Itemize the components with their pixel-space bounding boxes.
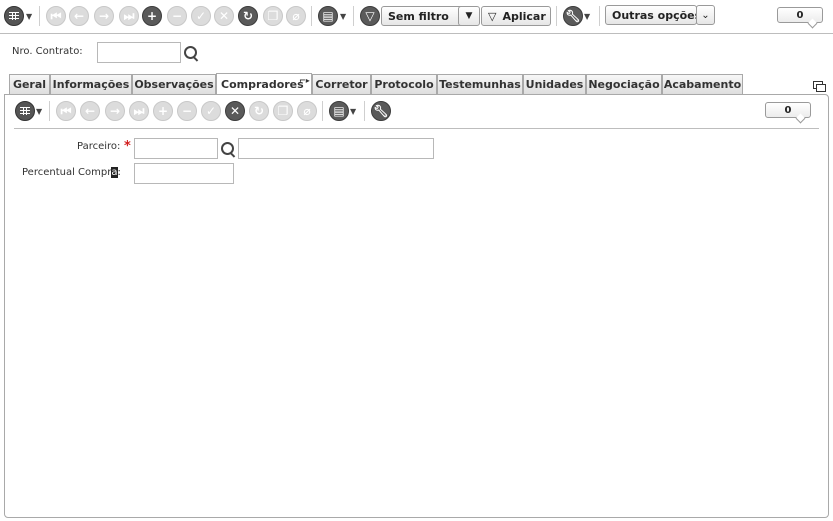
record-count-value: 0 [796,9,804,21]
partner-name-input[interactable] [238,138,434,159]
tab-protocolo[interactable]: Protocolo [371,74,437,94]
previous-record-icon[interactable]: ← [69,6,89,26]
funnel-icon: ▽ [488,9,497,23]
last-record-icon[interactable]: ⏭ [129,101,149,121]
purchase-percent-label: Percentual Compra: [22,167,121,178]
filter-select-label: Sem filtro [388,9,449,23]
chevron-down-icon[interactable]: ▼ [584,12,590,21]
add-icon[interactable]: + [142,6,162,26]
tab-compradores[interactable]: Compradores ⌐▸ [216,73,312,95]
remove-icon[interactable]: − [167,6,187,26]
partner-label: Parceiro: [77,141,121,152]
record-count-badge: 0 [777,7,823,23]
toolbar-separator [353,6,354,26]
tab-label: Informações [52,78,130,91]
tab-label: Unidades [525,78,584,91]
previous-record-icon[interactable]: ← [80,101,100,121]
tab-label: Geral [12,78,47,91]
filter-dropdown-button[interactable]: ▼ [458,6,480,26]
more-options-button[interactable]: Outras opções [605,5,701,25]
tab-label: Testemunhas [439,78,521,91]
tab-label: Corretor [315,78,368,91]
apply-filter-button[interactable]: ▽ Aplicar [481,6,551,26]
toolbar-separator [556,6,557,26]
inner-toolbar-divider [14,128,819,129]
tab-label: Acabamento [663,78,742,91]
tab-geral[interactable]: Geral [9,74,50,94]
contract-number-input[interactable] [97,42,181,63]
tab-label: Compradores [221,78,304,91]
first-record-icon[interactable]: ⏮ [46,6,66,26]
purchase-percent-label-colon: : [117,167,121,178]
tab-observacoes[interactable]: Observações [132,74,216,94]
wrench-icon[interactable]: 🔧︎ [563,6,583,26]
record-count-value: 0 [784,104,792,116]
remove-icon[interactable]: − [177,101,197,121]
tab-label: Observações [134,78,214,91]
confirm-icon[interactable]: ✓ [201,101,221,121]
next-record-icon[interactable]: → [94,6,114,26]
last-record-icon[interactable]: ⏭ [119,6,139,26]
more-options-dropdown[interactable]: ⌄ [696,5,715,25]
toolbar-separator [49,101,50,121]
search-icon[interactable] [183,45,200,62]
tab-negociacao[interactable]: Negociação [586,74,662,94]
tab-testemunhas[interactable]: Testemunhas [437,74,523,94]
toolbar-separator [39,6,40,26]
refresh-icon[interactable]: ↻ [249,101,269,121]
toolbar-separator [599,6,600,26]
add-icon[interactable]: + [153,101,173,121]
apply-filter-label: Aplicar [502,9,546,23]
tab-label: Negociação [588,78,660,91]
next-record-icon[interactable]: → [105,101,125,121]
cancel-icon[interactable]: ✕ [225,101,245,121]
required-marker: * [124,139,131,154]
cancel-icon[interactable]: ✕ [214,6,234,26]
record-count-badge: 0 [765,102,811,118]
refresh-icon[interactable]: ↻ [238,6,258,26]
chevron-down-icon[interactable]: ▼ [26,12,32,21]
toolbar-separator [364,101,365,121]
chevron-down-icon[interactable]: ▼ [350,107,356,116]
attach-icon[interactable]: ⌀ [286,6,306,26]
tab-acabamento[interactable]: Acabamento [662,74,743,94]
grid-view-icon[interactable] [4,6,24,26]
attach-icon[interactable]: ⌀ [297,101,317,121]
main-toolbar: ▼ ⏮ ← → ⏭ + − ✓ ✕ ↻ ❐ ⌀ ▤ ▼ ▽ Sem filtro… [0,0,833,34]
grid-view-icon[interactable] [15,101,35,121]
search-icon[interactable] [220,141,237,158]
report-icon[interactable]: ▤ [329,101,349,121]
report-icon[interactable]: ▤ [318,6,338,26]
chevron-down-icon[interactable]: ▼ [340,12,346,21]
tab-unidades[interactable]: Unidades [523,74,586,94]
tab-informacoes[interactable]: Informações [50,74,132,94]
filter-icon[interactable]: ▽ [360,6,380,26]
restore-window-icon[interactable] [813,81,826,92]
toolbar-separator [311,6,312,26]
tab-detach-icon[interactable]: ⌐▸ [299,76,310,85]
partner-code-input[interactable] [134,138,218,159]
confirm-icon[interactable]: ✓ [191,6,211,26]
wrench-icon[interactable]: 🔧︎ [371,101,391,121]
more-options-label: Outras opções [612,8,702,22]
chevron-down-icon: ▼ [465,11,473,21]
contract-number-label: Nro. Contrato: [12,46,83,57]
duplicate-icon[interactable]: ❐ [263,6,283,26]
purchase-percent-input[interactable] [134,163,234,184]
tab-corretor[interactable]: Corretor [312,74,371,94]
chevron-down-icon: ⌄ [701,9,710,21]
first-record-icon[interactable]: ⏮ [56,101,76,121]
duplicate-icon[interactable]: ❐ [273,101,293,121]
tab-label: Protocolo [374,78,434,91]
toolbar-separator [322,101,323,121]
purchase-percent-label-text: Percentual Compr [22,167,112,178]
chevron-down-icon[interactable]: ▼ [36,107,42,116]
